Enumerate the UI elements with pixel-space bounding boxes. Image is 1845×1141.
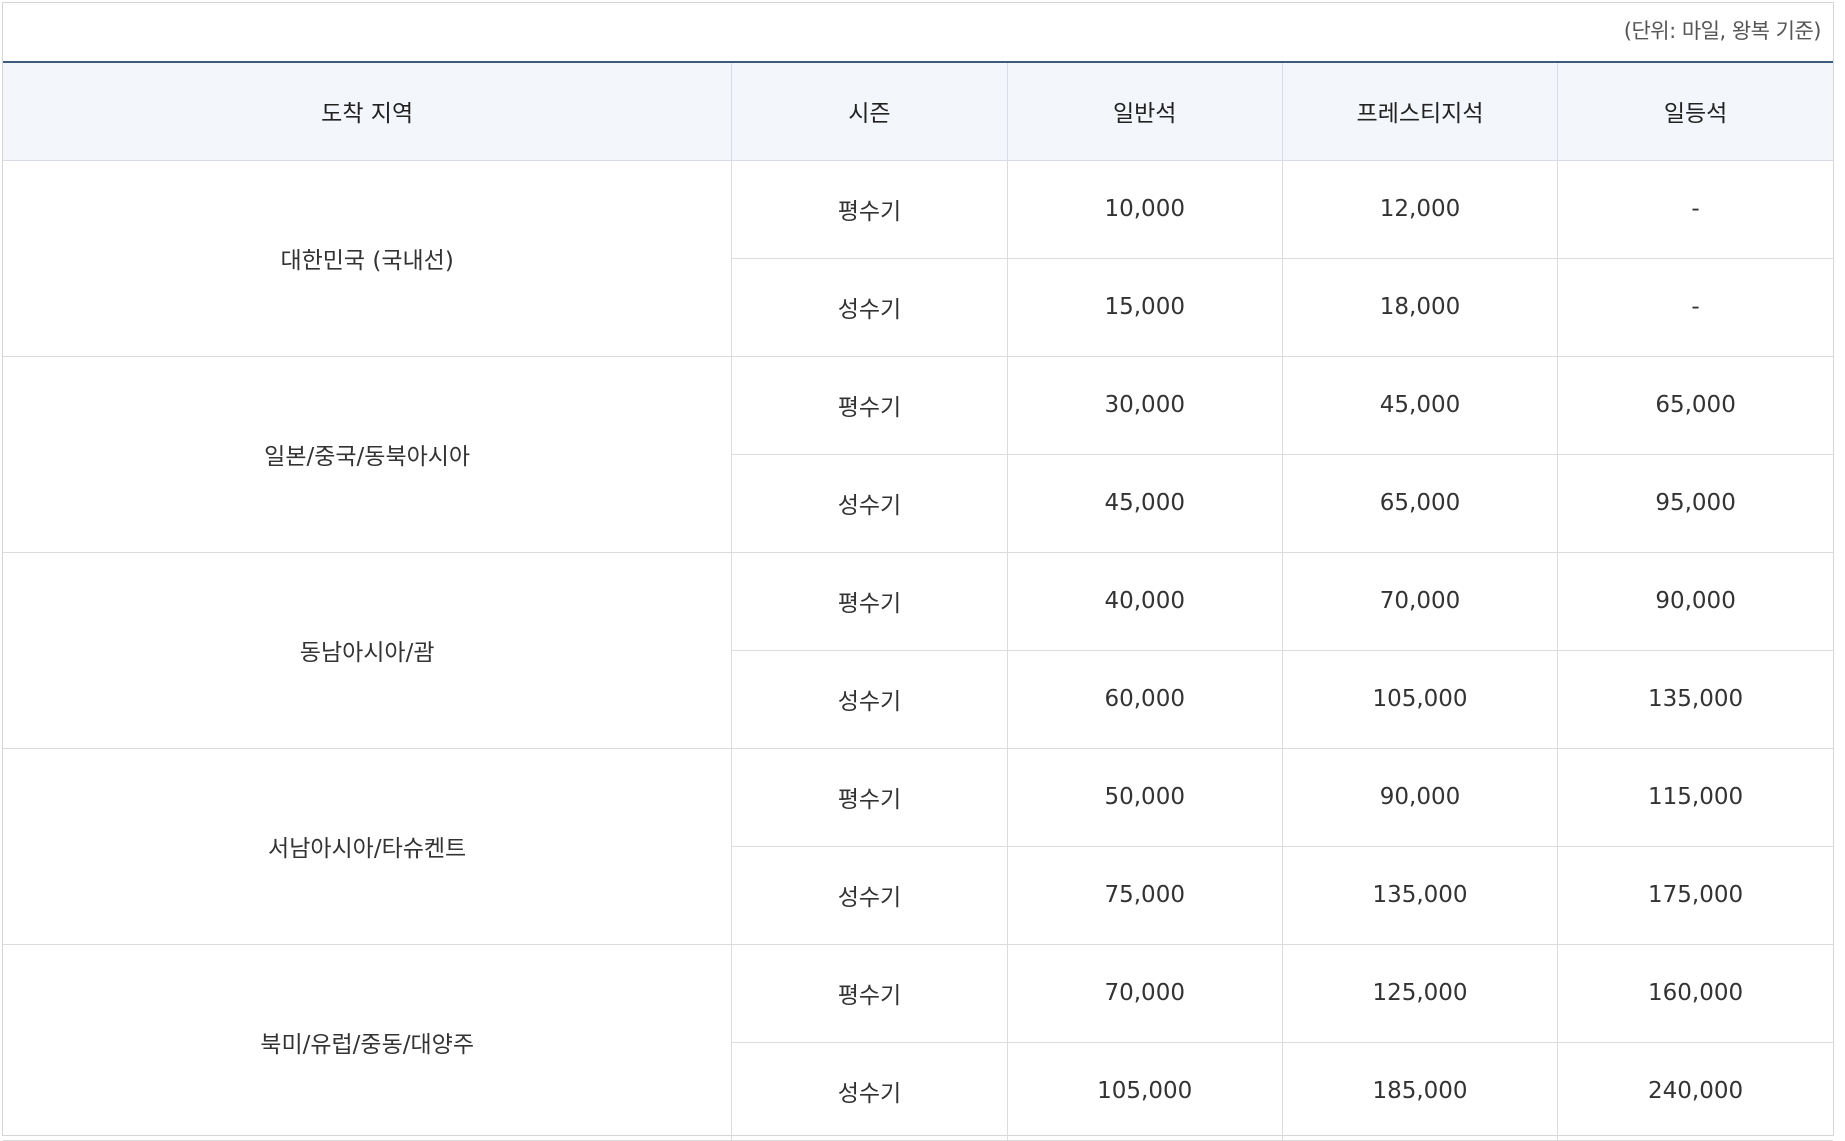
header-economy: 일반석 bbox=[1006, 61, 1283, 161]
table-row: 북미/유럽/중동/대양주 평수기 70,000 125,000 160,000 bbox=[3, 944, 1833, 1141]
region-cell: 북미/유럽/중동/대양주 bbox=[3, 944, 732, 1141]
table-row: 서남아시아/타슈켄트 평수기 50,000 90,000 115,000 bbox=[3, 748, 1833, 945]
first-class-cell: 240,000 bbox=[1557, 1042, 1833, 1141]
first-class-cell: 90,000 bbox=[1557, 552, 1833, 651]
economy-cell: 105,000 bbox=[1006, 1042, 1283, 1141]
season-cell: 평수기 bbox=[731, 552, 1008, 651]
first-class-cell: 115,000 bbox=[1557, 748, 1833, 847]
season-cell: 성수기 bbox=[731, 650, 1008, 749]
season-cell: 성수기 bbox=[731, 846, 1008, 945]
season-cell: 성수기 bbox=[731, 454, 1008, 553]
table-row: 대한민국 (국내선) 평수기 10,000 12,000 - bbox=[3, 160, 1833, 357]
region-cell: 대한민국 (국내선) bbox=[3, 160, 732, 357]
economy-cell: 45,000 bbox=[1006, 454, 1283, 553]
header-prestige: 프레스티지석 bbox=[1281, 61, 1558, 161]
header-destination: 도착 지역 bbox=[3, 61, 732, 161]
prestige-cell: 105,000 bbox=[1281, 650, 1558, 749]
mileage-table-panel: (단위: 마일, 왕복 기준) 도착 지역 시즌 일반석 프레스티지석 일등석 bbox=[2, 2, 1834, 1141]
first-class-cell: 65,000 bbox=[1557, 356, 1833, 455]
economy-cell: 40,000 bbox=[1006, 552, 1283, 651]
economy-cell: 30,000 bbox=[1006, 356, 1283, 455]
region-cell: 일본/중국/동북아시아 bbox=[3, 356, 732, 553]
mileage-award-table: 도착 지역 시즌 일반석 프레스티지석 일등석 대한민국 (국내선) 평수기 1… bbox=[3, 61, 1833, 1141]
prestige-cell: 18,000 bbox=[1281, 258, 1558, 357]
season-cell: 평수기 bbox=[731, 356, 1008, 455]
prestige-cell: 135,000 bbox=[1281, 846, 1558, 945]
unit-note: (단위: 마일, 왕복 기준) bbox=[1623, 19, 1822, 43]
season-cell: 평수기 bbox=[731, 160, 1008, 259]
season-cell: 성수기 bbox=[731, 258, 1008, 357]
prestige-cell: 90,000 bbox=[1281, 748, 1558, 847]
economy-cell: 50,000 bbox=[1006, 748, 1283, 847]
table-row: 동남아시아/괌 평수기 40,000 70,000 90,000 bbox=[3, 552, 1833, 749]
economy-cell: 70,000 bbox=[1006, 944, 1283, 1043]
prestige-cell: 185,000 bbox=[1281, 1042, 1558, 1141]
first-class-cell: - bbox=[1557, 160, 1833, 259]
economy-cell: 15,000 bbox=[1006, 258, 1283, 357]
prestige-cell: 70,000 bbox=[1281, 552, 1558, 651]
header-first-class: 일등석 bbox=[1557, 61, 1833, 161]
table-row: 일본/중국/동북아시아 평수기 30,000 45,000 65,000 bbox=[3, 356, 1833, 553]
season-cell: 평수기 bbox=[731, 748, 1008, 847]
economy-cell: 75,000 bbox=[1006, 846, 1283, 945]
region-cell: 서남아시아/타슈켄트 bbox=[3, 748, 732, 945]
table-header-row: 도착 지역 시즌 일반석 프레스티지석 일등석 bbox=[3, 61, 1833, 161]
prestige-cell: 65,000 bbox=[1281, 454, 1558, 553]
region-cell: 동남아시아/괌 bbox=[3, 552, 732, 749]
first-class-cell: - bbox=[1557, 258, 1833, 357]
header-season: 시즌 bbox=[731, 61, 1008, 161]
prestige-cell: 125,000 bbox=[1281, 944, 1558, 1043]
prestige-cell: 12,000 bbox=[1281, 160, 1558, 259]
table-wrapper: 도착 지역 시즌 일반석 프레스티지석 일등석 대한민국 (국내선) 평수기 1… bbox=[3, 61, 1833, 1141]
first-class-cell: 160,000 bbox=[1557, 944, 1833, 1043]
economy-cell: 10,000 bbox=[1006, 160, 1283, 259]
prestige-cell: 45,000 bbox=[1281, 356, 1558, 455]
season-cell: 성수기 bbox=[731, 1042, 1008, 1141]
first-class-cell: 175,000 bbox=[1557, 846, 1833, 945]
season-cell: 평수기 bbox=[731, 944, 1008, 1043]
first-class-cell: 95,000 bbox=[1557, 454, 1833, 553]
economy-cell: 60,000 bbox=[1006, 650, 1283, 749]
first-class-cell: 135,000 bbox=[1557, 650, 1833, 749]
